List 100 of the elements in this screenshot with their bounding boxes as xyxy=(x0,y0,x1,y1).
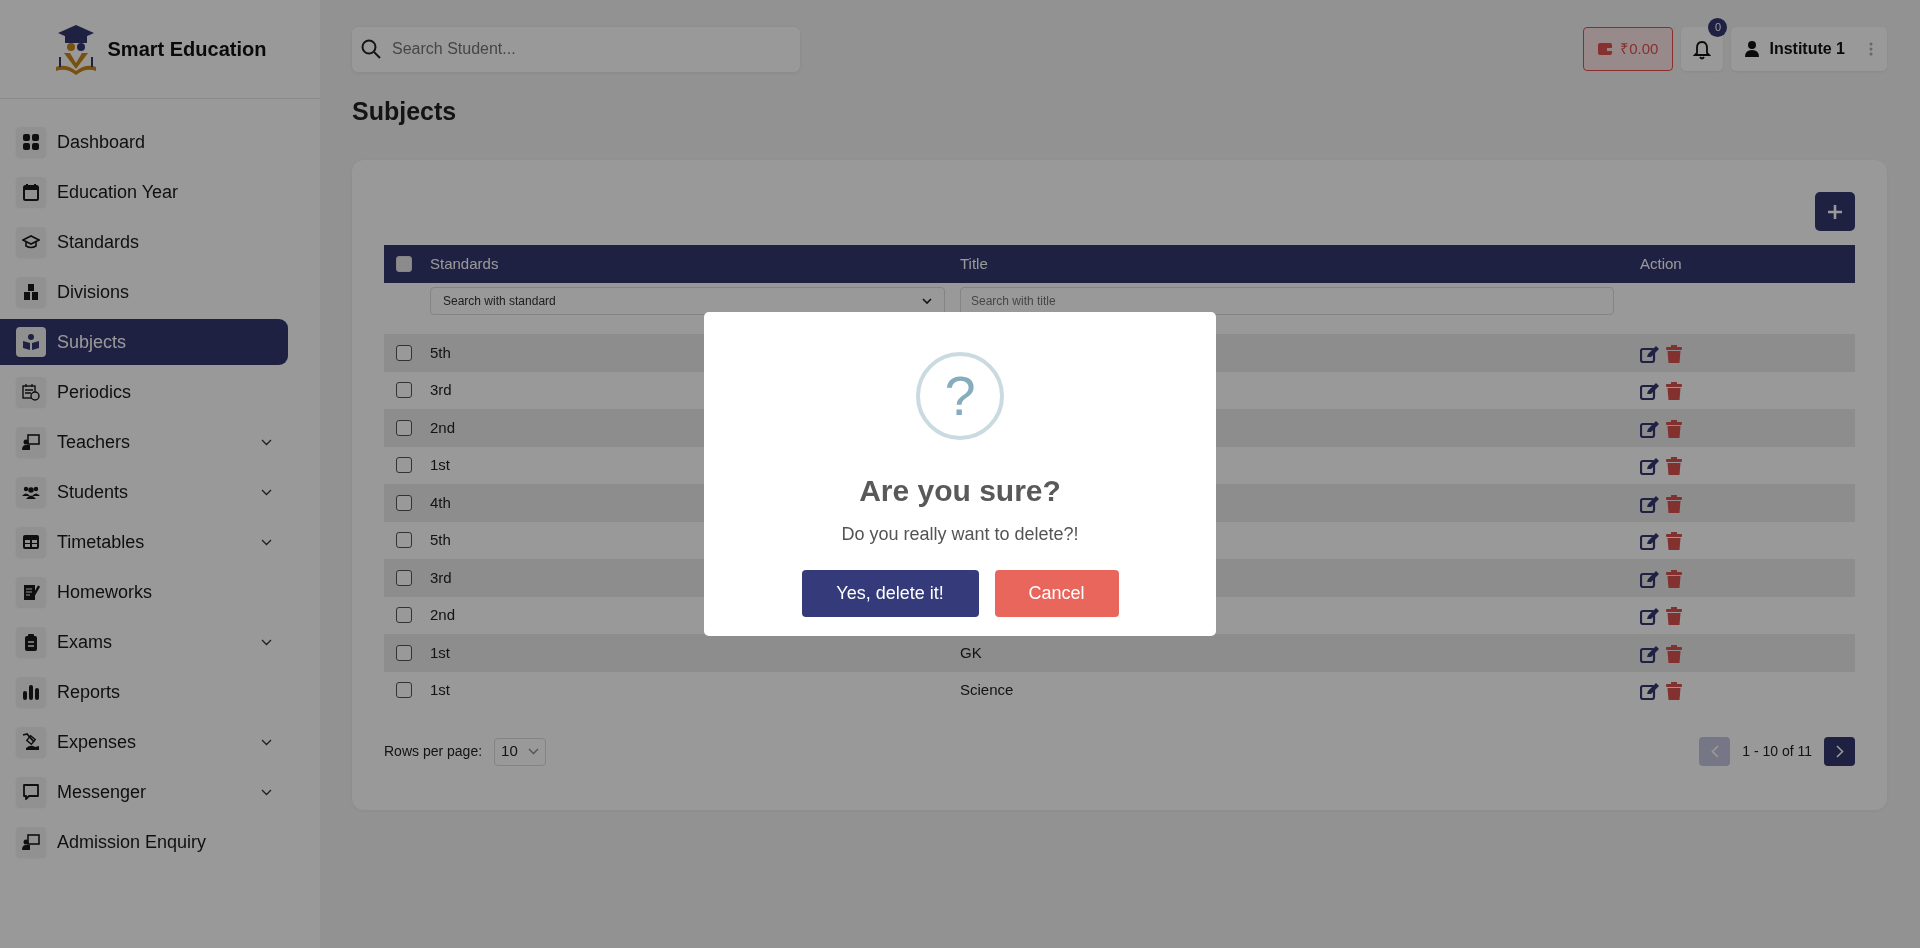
add-button[interactable] xyxy=(1815,192,1855,231)
row-checkbox[interactable] xyxy=(396,532,412,549)
delete-button[interactable] xyxy=(1666,682,1682,701)
table-cell: 5th xyxy=(430,531,451,548)
reader-icon xyxy=(22,333,40,351)
sidebar-item[interactable]: Dashboard xyxy=(0,119,288,165)
edit-button[interactable] xyxy=(1640,532,1660,551)
sidebar-item[interactable]: Homeworks xyxy=(0,569,288,615)
edit-icon xyxy=(1640,532,1660,551)
presentation-icon xyxy=(22,433,40,451)
trash-icon xyxy=(1666,682,1682,701)
table-cell: 2nd xyxy=(430,418,456,436)
edit-button[interactable] xyxy=(1640,419,1660,438)
edit-button[interactable] xyxy=(1640,344,1660,363)
delete-button[interactable] xyxy=(1666,457,1682,476)
table-cell: 2nd xyxy=(430,606,456,623)
sidebar-item[interactable]: Teachers xyxy=(0,419,288,465)
sidebar-item[interactable]: Education Year xyxy=(0,169,288,215)
title-filter-field[interactable]: Search with title xyxy=(960,287,1614,315)
schedule-icon xyxy=(22,383,40,401)
table-cell: 1st xyxy=(430,643,450,661)
edit-button[interactable] xyxy=(1640,682,1660,701)
next-page-button[interactable] xyxy=(1824,737,1855,766)
row-checkbox[interactable] xyxy=(396,344,412,361)
row-checkbox[interactable] xyxy=(396,682,412,699)
table-cell: Science xyxy=(960,681,1014,698)
edit-icon xyxy=(1640,457,1660,476)
table-cell: 5th xyxy=(430,343,451,361)
user-icon xyxy=(1745,41,1760,57)
rows-per-page-label: Rows per page: xyxy=(384,742,483,761)
confirm-button[interactable]: Yes, delete it! xyxy=(801,570,979,617)
delete-button[interactable] xyxy=(1666,532,1682,551)
bar-chart-icon xyxy=(22,683,40,701)
dialog-message: Do you really want to delete?! xyxy=(841,523,1079,546)
sidebar-item[interactable]: Exams xyxy=(0,619,288,665)
table-icon xyxy=(22,533,40,551)
table-cell: 3rd xyxy=(430,381,452,398)
page-title: Subjects xyxy=(352,96,458,126)
edit-icon xyxy=(1640,644,1660,663)
edit-button[interactable] xyxy=(1640,382,1660,401)
chevron-left-icon xyxy=(1710,745,1719,758)
delete-button[interactable] xyxy=(1666,419,1682,438)
table-cell: 3rd xyxy=(430,568,452,586)
delete-button[interactable] xyxy=(1666,644,1682,663)
sidebar-item[interactable]: Reports xyxy=(0,669,288,715)
blocks-icon xyxy=(22,283,40,301)
sidebar-item[interactable]: Standards xyxy=(0,219,288,265)
sidebar-item[interactable]: Expenses xyxy=(0,719,288,765)
delete-button[interactable] xyxy=(1666,382,1682,401)
edit-icon xyxy=(1640,682,1660,701)
edit-icon xyxy=(1640,344,1660,363)
row-checkbox[interactable] xyxy=(396,382,412,399)
sidebar-item[interactable]: Periodics xyxy=(0,369,288,415)
trash-icon xyxy=(1666,419,1682,438)
graduation-cap-icon xyxy=(22,233,40,251)
edit-button[interactable] xyxy=(1640,569,1660,588)
sidebar-item[interactable]: Timetables xyxy=(0,519,288,565)
table-cell: 4th xyxy=(430,493,451,511)
sidebar-item[interactable]: Messenger xyxy=(0,769,288,815)
trash-icon xyxy=(1666,569,1682,588)
row-checkbox[interactable] xyxy=(396,457,412,474)
edit-button[interactable] xyxy=(1640,457,1660,476)
edit-icon xyxy=(1640,569,1660,588)
sidebar-item[interactable]: Divisions xyxy=(0,269,288,315)
row-checkbox[interactable] xyxy=(396,607,412,624)
row-checkbox[interactable] xyxy=(396,494,412,511)
bell-icon xyxy=(1693,39,1712,60)
trash-icon xyxy=(1666,382,1682,401)
edit-button[interactable] xyxy=(1640,494,1660,513)
trash-icon xyxy=(1666,457,1682,476)
row-checkbox[interactable] xyxy=(396,644,412,661)
delete-button[interactable] xyxy=(1666,494,1682,513)
edit-button[interactable] xyxy=(1640,644,1660,663)
sidebar-item[interactable]: Admission Enquiry xyxy=(0,819,288,865)
edit-button[interactable] xyxy=(1640,607,1660,626)
user-menu-button[interactable]: Institute 1 xyxy=(1731,27,1887,71)
delete-button[interactable] xyxy=(1666,569,1682,588)
trash-icon xyxy=(1666,607,1682,626)
sidebar-item[interactable]: Students xyxy=(0,469,288,515)
search-field[interactable]: Search Student... xyxy=(352,26,800,72)
edit-icon xyxy=(1640,382,1660,401)
delete-button[interactable] xyxy=(1666,344,1682,363)
edit-icon xyxy=(1640,419,1660,438)
trash-icon xyxy=(1666,532,1682,551)
question-icon: ? xyxy=(916,352,1004,440)
sidebar-item[interactable]: Subjects xyxy=(0,319,288,365)
delete-button[interactable] xyxy=(1666,607,1682,626)
edit-icon xyxy=(1640,607,1660,626)
select-all-checkbox[interactable] xyxy=(396,256,412,272)
trash-icon xyxy=(1666,644,1682,663)
row-checkbox[interactable] xyxy=(396,569,412,586)
calendar-icon xyxy=(22,183,40,201)
row-checkbox[interactable] xyxy=(396,419,412,436)
column-header: Standards xyxy=(430,253,500,274)
clipboard-icon xyxy=(22,633,40,651)
rows-per-page-select[interactable]: 10 xyxy=(494,737,546,766)
edit-icon xyxy=(1640,494,1660,513)
more-icon xyxy=(1869,42,1873,56)
chevron-down-icon xyxy=(922,297,932,305)
table-cell: 1st xyxy=(430,456,450,473)
